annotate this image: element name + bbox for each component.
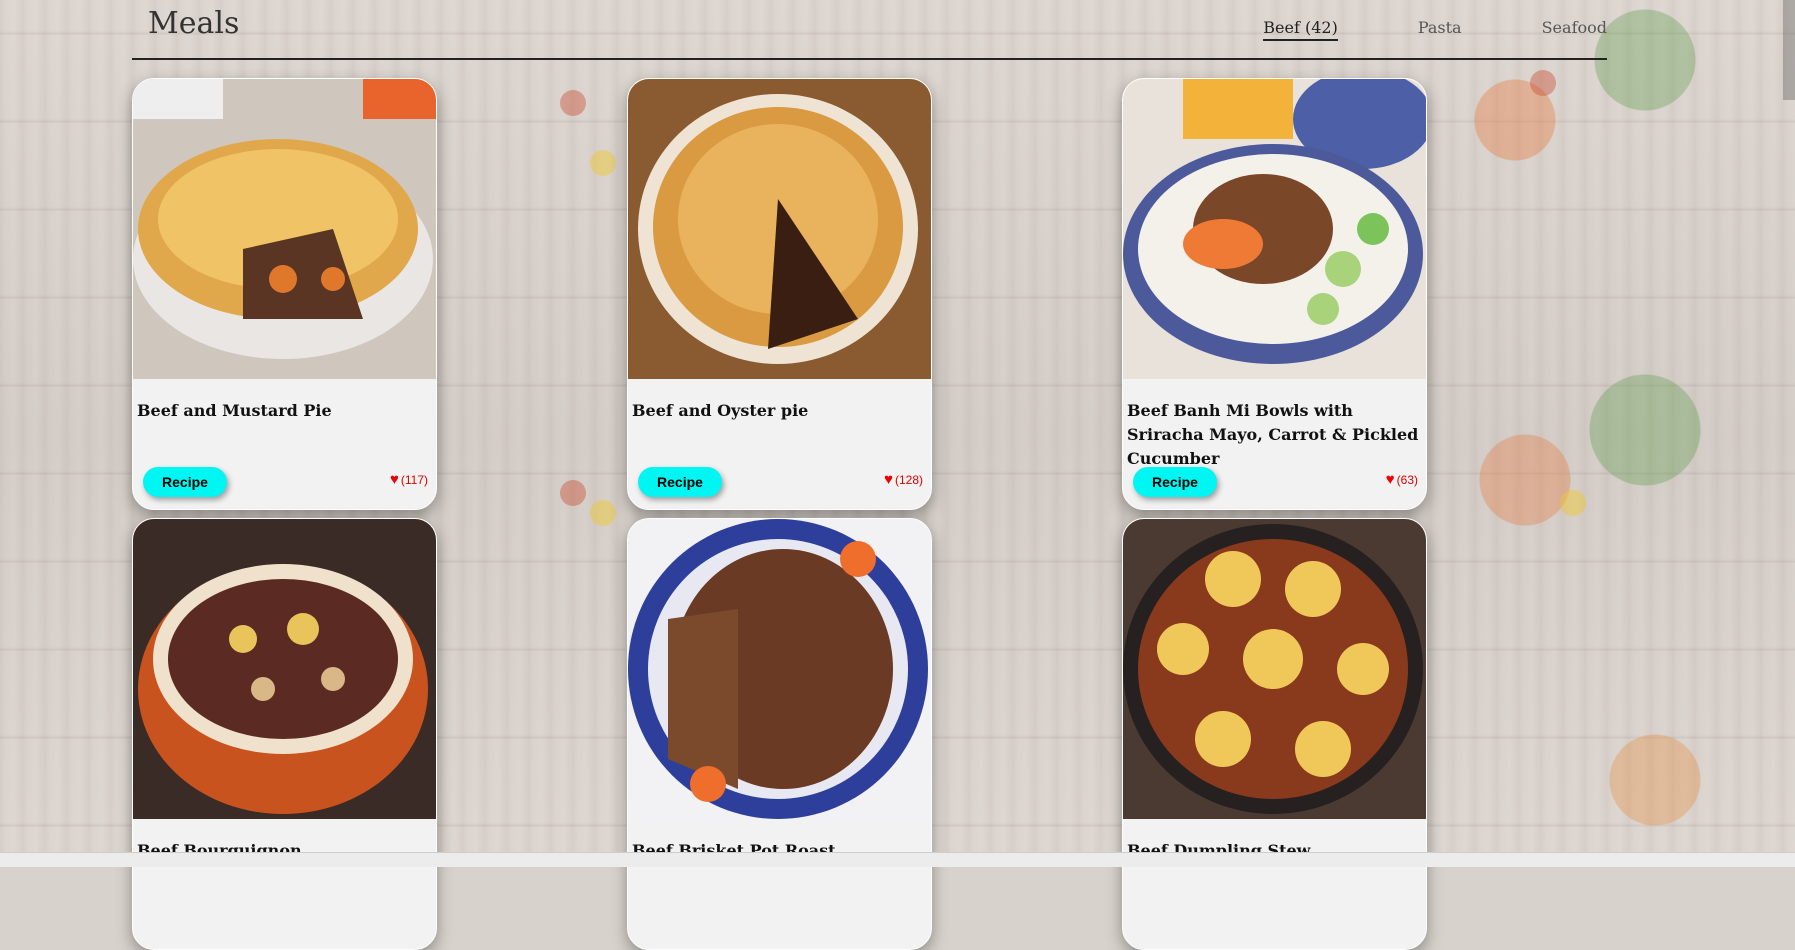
- likes-counter[interactable]: ♥ (128): [884, 471, 923, 488]
- likes-counter[interactable]: ♥ (117): [390, 471, 428, 488]
- heart-icon[interactable]: ♥: [884, 471, 893, 488]
- meal-title[interactable]: Beef and Mustard Pie: [137, 399, 432, 423]
- bottom-bar: [0, 852, 1795, 867]
- category-nav: Beef (42) Pasta Seafood: [1263, 18, 1607, 41]
- bowl-image: [1123, 79, 1426, 379]
- pie-image: [628, 79, 931, 379]
- meal-title[interactable]: Beef and Oyster pie: [632, 399, 927, 423]
- likes-count: (63): [1396, 472, 1418, 487]
- tab-seafood[interactable]: Seafood: [1542, 18, 1607, 41]
- meal-title[interactable]: Beef Banh Mi Bowls with Sriracha Mayo, C…: [1127, 399, 1422, 471]
- tab-pasta[interactable]: Pasta: [1418, 18, 1462, 41]
- logo[interactable]: Meals: [148, 6, 239, 41]
- header: Meals Beef (42) Pasta Seafood: [132, 0, 1607, 60]
- pie-image: [133, 79, 436, 379]
- meal-card: Beef Bourguignon: [132, 518, 437, 950]
- roast-image: [628, 519, 931, 819]
- meal-card: Beef Brisket Pot Roast: [627, 518, 932, 950]
- chili-decor: [1530, 70, 1556, 96]
- pepper-ring-decor: [1560, 490, 1586, 516]
- meal-card: Beef and Oyster pie Recipe ♥ (128): [627, 78, 932, 510]
- stew-image: [133, 519, 436, 819]
- recipe-button[interactable]: Recipe: [1133, 467, 1217, 497]
- page-scrollbar[interactable]: [1783, 0, 1795, 100]
- meal-card: Beef and Mustard Pie Recipe ♥ (117): [132, 78, 437, 510]
- meal-card: Beef Dumpling Stew: [1122, 518, 1427, 950]
- meal-card: Beef Banh Mi Bowls with Sriracha Mayo, C…: [1122, 78, 1427, 510]
- recipe-button[interactable]: Recipe: [143, 467, 227, 497]
- heart-icon[interactable]: ♥: [1386, 471, 1395, 488]
- tab-beef[interactable]: Beef (42): [1263, 18, 1338, 41]
- chili-decor: [560, 90, 586, 116]
- pepper-ring-decor: [590, 500, 616, 526]
- likes-count: (128): [894, 472, 923, 487]
- likes-counter[interactable]: ♥ (63): [1386, 471, 1418, 488]
- likes-count: (117): [400, 472, 428, 487]
- food-background-decor: [1435, 0, 1795, 867]
- pepper-ring-decor: [590, 150, 616, 176]
- stew-image: [1123, 519, 1426, 819]
- heart-icon[interactable]: ♥: [390, 471, 399, 488]
- recipe-button[interactable]: Recipe: [638, 467, 722, 497]
- chili-decor: [560, 480, 586, 506]
